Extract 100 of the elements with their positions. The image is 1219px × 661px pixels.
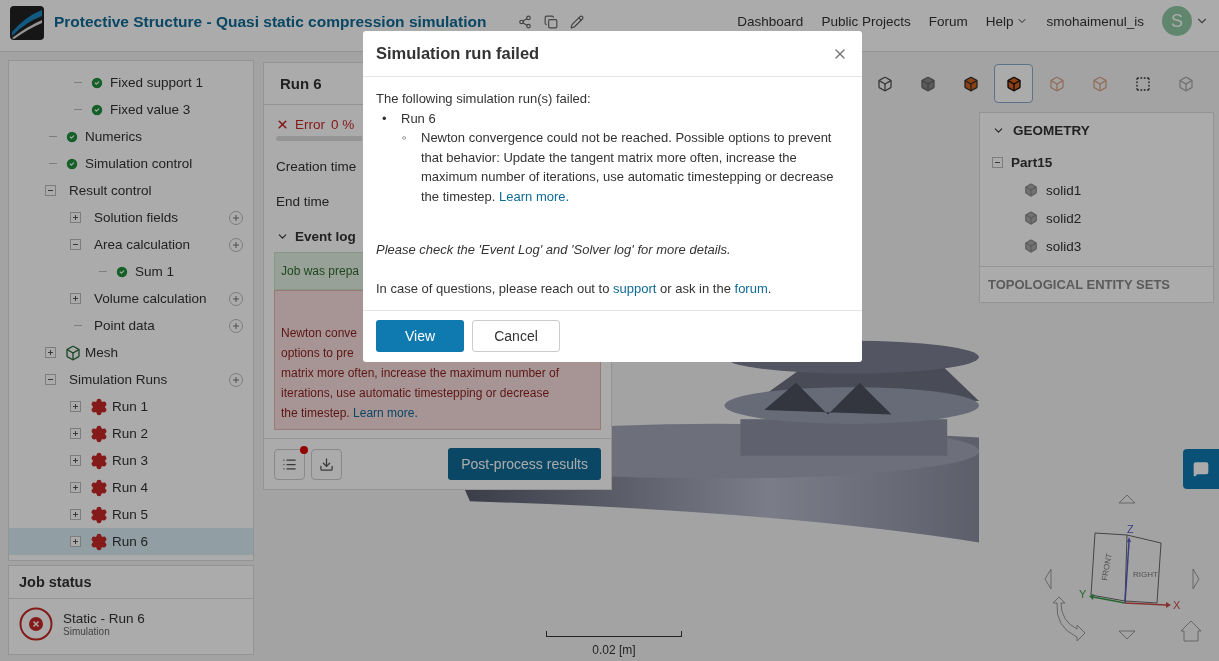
arrow-left-icon[interactable]: [1044, 568, 1052, 590]
mesh-icon: [65, 344, 81, 361]
forum-link[interactable]: forum: [734, 280, 768, 296]
job-status-title: Job status: [9, 566, 253, 599]
gear-icon: [90, 505, 108, 524]
collapse-icon[interactable]: [45, 185, 56, 196]
geometry-title[interactable]: GEOMETRY: [1013, 123, 1090, 138]
tree-item-label[interactable]: Run 5: [112, 507, 149, 522]
tree-row[interactable]: Run 4: [9, 474, 253, 501]
tree-row[interactable]: Run 2: [9, 420, 253, 447]
solid-label[interactable]: solid2: [1046, 210, 1082, 226]
expand-icon[interactable]: [45, 347, 56, 358]
learn-more-link[interactable]: Learn more.: [499, 188, 570, 204]
gear-icon: [90, 532, 108, 551]
arrow-down-icon[interactable]: [1118, 630, 1136, 640]
view-button[interactable]: View: [376, 320, 464, 352]
download-button[interactable]: [311, 448, 342, 480]
cube-outline-icon: [1177, 75, 1194, 92]
axis-label: Y: [1079, 588, 1087, 600]
expand-icon[interactable]: [70, 401, 81, 412]
cancel-button[interactable]: Cancel: [472, 320, 560, 352]
expand-icon[interactable]: [70, 212, 81, 223]
view-cube-drawing[interactable]: [1090, 532, 1162, 604]
copy-icon[interactable]: [544, 15, 559, 29]
expand-icon[interactable]: [70, 482, 81, 493]
tree-item-label[interactable]: Area calculation: [94, 237, 191, 252]
expand-icon[interactable]: [70, 428, 81, 439]
dialog-intro: The following simulation run(s) failed:: [376, 90, 592, 108]
tree-item-label[interactable]: Point data: [94, 318, 155, 333]
tree-item-label[interactable]: Run 1: [112, 399, 149, 414]
learn-more-link[interactable]: Learn more.: [353, 406, 418, 420]
tree-row[interactable]: Run 6: [9, 528, 253, 555]
box-select-icon: [1134, 75, 1151, 92]
user-name[interactable]: smohaimenul_is: [1046, 12, 1144, 30]
log-line: iterations, use automatic timestepping or decrease: [281, 385, 550, 402]
error-message: Newton convergence could not be reached. Possible options to prevent that behavior: Update the tangent matrix more often, increase the maximum number of iterations, use automatic timestepping or decrease the timestep. Learn more.: [421, 129, 835, 206]
expand-icon[interactable]: [70, 293, 81, 304]
error-icon: [276, 118, 289, 131]
log-line: matrix more often, increase the maximum number of: [281, 365, 560, 382]
event-log-title[interactable]: Event log: [295, 229, 356, 244]
cube-outline-icon: [1091, 75, 1108, 92]
post-process-button[interactable]: Post-process results: [448, 448, 601, 480]
tree-item-label[interactable]: Fixed support 1: [110, 75, 204, 90]
log-list-button[interactable]: [274, 448, 305, 480]
tree-item-label[interactable]: Run 6: [112, 534, 149, 549]
nav-link[interactable]: Help: [985, 12, 1014, 30]
nav-link[interactable]: Public Projects: [821, 12, 911, 30]
nav-link[interactable]: Dashboard: [737, 12, 804, 30]
solid-label[interactable]: solid3: [1046, 238, 1082, 254]
view-mode-button[interactable]: [994, 64, 1033, 103]
tree-item-label[interactable]: Run 4: [112, 480, 149, 495]
tree-row[interactable]: Run 1: [9, 393, 253, 420]
job-name: Static - Run 6: [63, 611, 145, 626]
edit-icon[interactable]: [570, 15, 585, 29]
share-icon[interactable]: [518, 15, 533, 29]
tree-item-label[interactable]: Volume calculation: [94, 291, 207, 306]
tree-item-label[interactable]: Simulation control: [85, 156, 193, 171]
cube-outline-icon: [876, 75, 893, 92]
expand-icon[interactable]: [70, 455, 81, 466]
tree-item-label[interactable]: Solution fields: [94, 210, 179, 225]
tree-item-label[interactable]: Simulation Runs: [69, 372, 168, 387]
part-label[interactable]: Part15: [1011, 154, 1053, 170]
solid-icon: [1024, 211, 1038, 225]
run-status: Error: [295, 117, 325, 132]
expand-icon[interactable]: [70, 509, 81, 520]
tree-item-label[interactable]: Run 3: [112, 453, 149, 468]
nav-link[interactable]: Forum: [928, 12, 968, 30]
tree-item-label[interactable]: Run 2: [112, 426, 149, 441]
progress-value: 0 %: [331, 117, 355, 132]
tree-row[interactable]: Run 5: [9, 501, 253, 528]
tree-item-label[interactable]: Numerics: [85, 129, 142, 144]
rotate-icon[interactable]: [1052, 596, 1086, 642]
axis-label: Z: [1127, 523, 1134, 535]
home-icon[interactable]: [1180, 620, 1202, 642]
collapse-icon[interactable]: [992, 156, 1003, 168]
tree-item-label[interactable]: Fixed value 3: [110, 102, 191, 117]
collapse-icon[interactable]: [45, 374, 56, 385]
collapse-icon[interactable]: [70, 239, 81, 250]
chat-button[interactable]: [1183, 449, 1219, 489]
support-link[interactable]: support: [613, 280, 657, 296]
tree-row[interactable]: Run 3: [9, 447, 253, 474]
arrow-right-icon[interactable]: [1192, 568, 1200, 590]
scale-label: 0.02 [m]: [592, 643, 636, 657]
solid-label[interactable]: solid1: [1046, 182, 1082, 198]
project-title: Protective Structure - Quasi static compression simulation: [54, 12, 487, 32]
tree-item-label[interactable]: Sum 1: [135, 264, 175, 279]
arrow-up-icon[interactable]: [1118, 494, 1136, 504]
notification-dot: [300, 445, 308, 454]
field-label: Creation time: [276, 159, 357, 174]
cube-faces-icon: [962, 75, 979, 92]
expand-icon[interactable]: [70, 536, 81, 547]
cube-face-label: RIGHT: [1133, 570, 1158, 579]
solid-icon: [1024, 183, 1038, 197]
tree-item-label[interactable]: Result control: [69, 183, 152, 198]
tree-item-label[interactable]: Mesh: [85, 345, 118, 360]
run-name: Run 6: [401, 109, 436, 128]
logo-icon: [10, 6, 44, 40]
log-line: Job was prepa: [281, 263, 360, 280]
gear-icon: [90, 478, 108, 497]
gear-icon: [90, 424, 108, 443]
